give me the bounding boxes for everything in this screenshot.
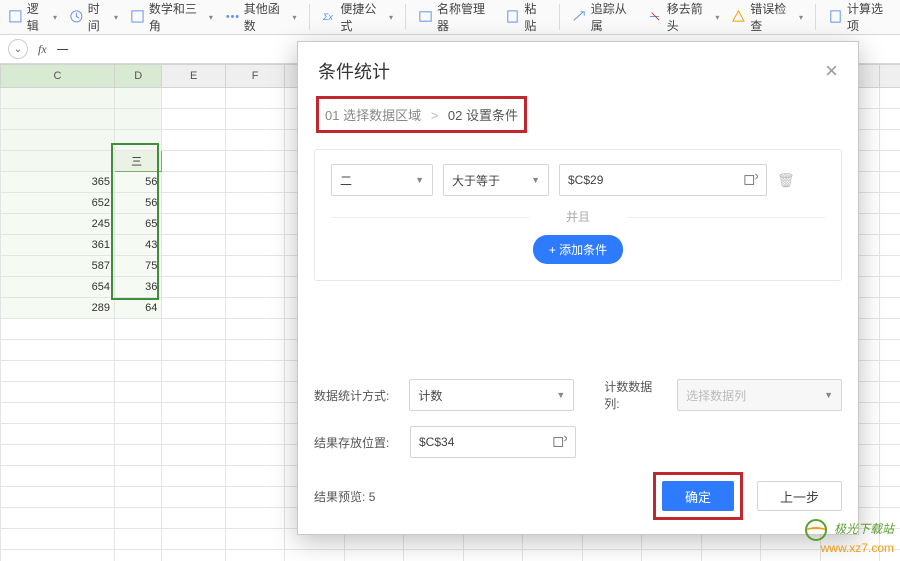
- count-column-select[interactable]: 选择数据列▼: [677, 379, 842, 411]
- watermark-url: www.xz7.com: [805, 541, 894, 555]
- method-label: 数据统计方式:: [314, 387, 399, 404]
- ribbon: 逻辑▾ 时间▾ 数学和三角▾ 其他函数▾ Σx便捷公式▾ 名称管理器 粘贴 追踪…: [0, 0, 900, 35]
- ribbon-formula[interactable]: Σx便捷公式▾: [321, 0, 393, 34]
- range-picker-icon[interactable]: [744, 173, 758, 187]
- logic-icon: [8, 9, 23, 25]
- col-C[interactable]: C: [1, 65, 115, 88]
- ribbon-time[interactable]: 时间▾: [69, 0, 118, 34]
- col-Q[interactable]: Q: [880, 65, 900, 88]
- calc-icon: [828, 9, 843, 25]
- condition-value-input[interactable]: $C$29: [559, 164, 767, 196]
- count-col-label: 计数数据列:: [604, 378, 667, 412]
- step1-label: 01 选择数据区域: [325, 108, 421, 123]
- col-F[interactable]: F: [225, 65, 285, 88]
- clock-icon: [69, 9, 84, 25]
- back-button[interactable]: 上一步: [757, 481, 842, 511]
- ribbon-math[interactable]: 数学和三角▾: [130, 0, 213, 34]
- trace-icon: [572, 9, 587, 25]
- ribbon-otherfn[interactable]: 其他函数▾: [225, 0, 297, 34]
- condition-card: 二▼ 大于等于▼ $C$29 🗑 并且 + 添加条件: [314, 149, 842, 281]
- ok-button[interactable]: 确定: [662, 481, 734, 511]
- svg-text:Σx: Σx: [322, 12, 334, 22]
- result-location-input[interactable]: $C$34: [410, 426, 576, 458]
- col-E[interactable]: E: [162, 65, 226, 88]
- stat-method-select[interactable]: 计数▼: [409, 379, 574, 411]
- condition-column-select[interactable]: 二▼: [331, 164, 433, 196]
- result-preview: 结果预览: 5: [314, 488, 375, 505]
- ribbon-calcopts[interactable]: 计算选项: [828, 0, 892, 34]
- otherfn-icon: [225, 9, 240, 25]
- dialog-title: 条件统计: [318, 58, 390, 84]
- fx-label[interactable]: fx: [38, 42, 47, 57]
- ribbon-namemgr[interactable]: 名称管理器: [418, 0, 493, 34]
- and-separator: 并且: [331, 208, 825, 225]
- ribbon-removearrow[interactable]: 移去箭头▾: [648, 0, 720, 34]
- ribbon-errorcheck[interactable]: 错误检查▾: [731, 0, 803, 34]
- step-separator: >: [431, 108, 439, 123]
- name-icon: [418, 9, 433, 25]
- ok-highlight: 确定: [653, 472, 743, 520]
- watermark-logo-icon: [805, 519, 827, 541]
- formula-input[interactable]: 一: [57, 41, 69, 58]
- condition-operator-select[interactable]: 大于等于▼: [443, 164, 549, 196]
- steps-highlight: 01 选择数据区域 > 02 设置条件: [316, 96, 527, 133]
- formula-icon: Σx: [321, 9, 336, 25]
- watermark: 极光下载站 www.xz7.com: [805, 519, 894, 555]
- paste-icon: [505, 9, 520, 25]
- search-icon[interactable]: ⌄: [8, 39, 28, 59]
- remove-arrow-icon: [648, 9, 663, 25]
- close-icon[interactable]: ×: [825, 58, 838, 84]
- math-icon: [130, 9, 145, 25]
- ribbon-paste[interactable]: 粘贴: [505, 0, 546, 34]
- conditional-stat-dialog: 条件统计 × 01 选择数据区域 > 02 设置条件 二▼ 大于等于▼ $C$2…: [297, 41, 859, 535]
- range-picker-icon[interactable]: [553, 435, 567, 449]
- add-condition-button[interactable]: + 添加条件: [533, 235, 623, 264]
- result-loc-label: 结果存放位置:: [314, 434, 400, 451]
- ribbon-logic[interactable]: 逻辑▾: [8, 0, 57, 34]
- step2-label: 02 设置条件: [448, 108, 518, 123]
- watermark-site: 极光下载站: [834, 522, 894, 536]
- selected-header: 三: [114, 151, 161, 172]
- col-D[interactable]: D: [114, 65, 161, 88]
- trash-icon[interactable]: 🗑: [777, 172, 795, 189]
- warning-icon: [731, 9, 746, 25]
- ribbon-trace[interactable]: 追踪从属: [572, 0, 636, 34]
